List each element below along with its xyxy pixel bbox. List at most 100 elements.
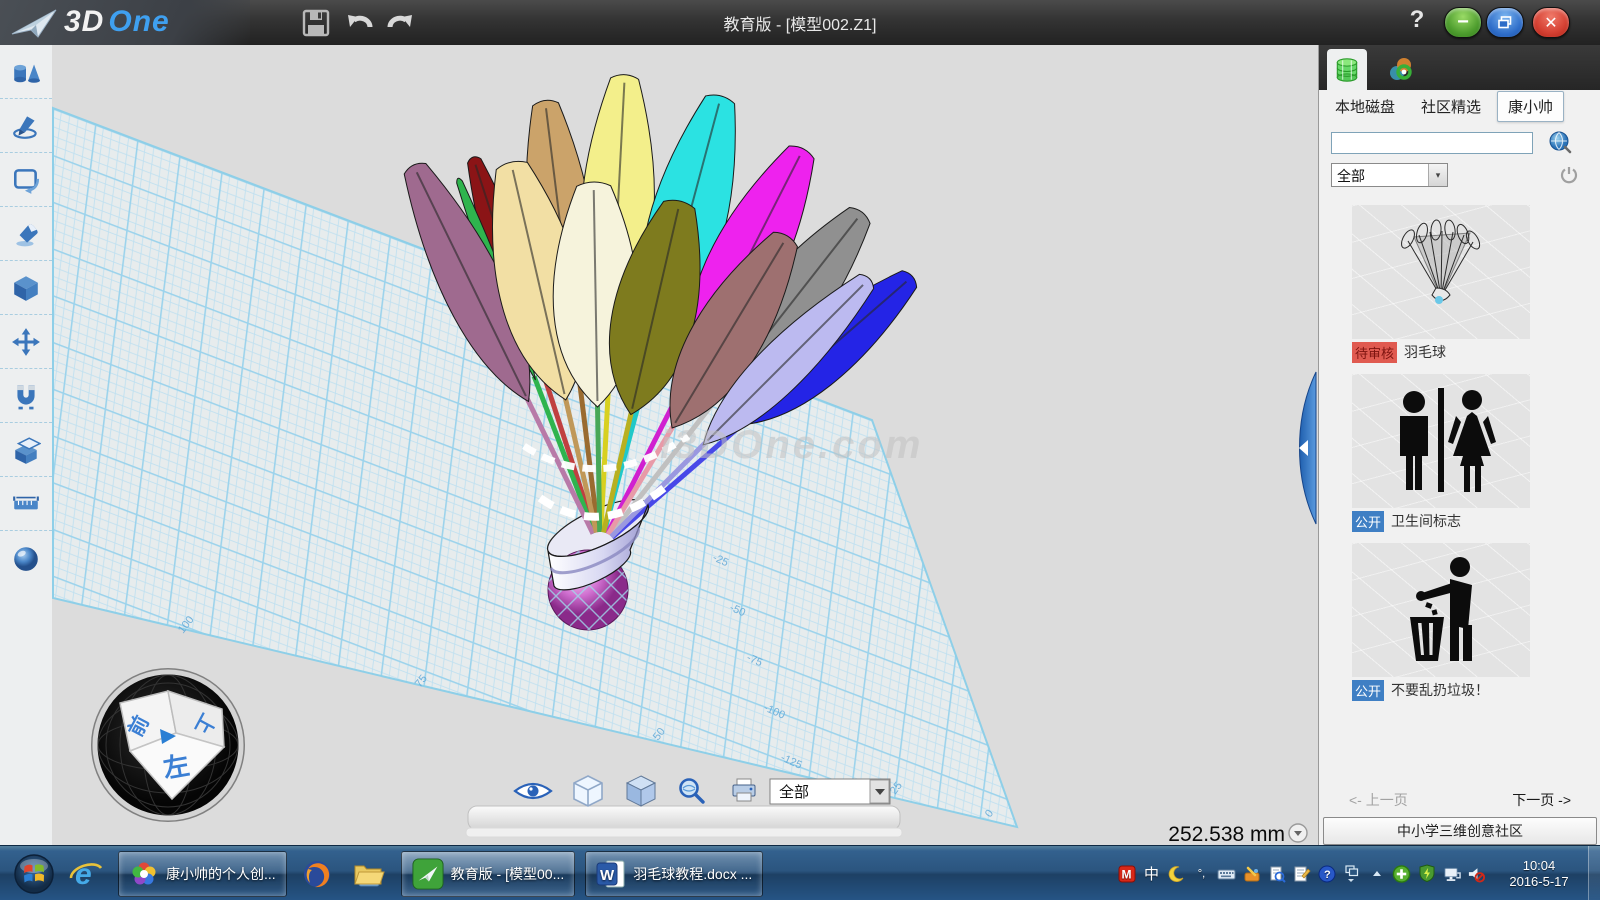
tool-special-shape[interactable] [0,261,52,315]
tool-sketch-curve[interactable] [0,153,52,207]
show-desktop-button[interactable] [1588,846,1600,900]
library-panel: 本地磁盘 社区精选 康小帅 全部 ▾ [1318,45,1600,845]
prev-page-button[interactable]: <- 上一页 [1349,790,1408,810]
tray-security-shield-icon[interactable] [1417,864,1436,883]
tray-antivirus-plus-icon[interactable] [1392,864,1411,883]
tray-restore-windows-icon[interactable] [1342,864,1361,883]
community-swirl-icon [1386,55,1416,85]
close-glyph: ✕ [1544,13,1557,33]
app-logo: 3D One [8,4,170,40]
help-button[interactable]: ? [1402,6,1432,34]
tray-help-icon[interactable]: ? [1317,864,1336,883]
print-icon[interactable] [733,779,755,801]
tool-move-transform[interactable] [0,315,52,369]
close-button[interactable]: ✕ [1532,7,1570,38]
tool-eraser[interactable] [0,207,52,261]
magnet-icon [11,381,41,411]
word-doc-icon: W [596,859,626,889]
ime-cn-glyph: 中 [1144,863,1159,884]
watermark: i3DOne.com [660,423,923,467]
tray-show-hidden-icons-button[interactable] [1367,864,1386,883]
status-badge-public: 公开 [1352,680,1384,701]
tray-sogou-icon[interactable]: M [1117,864,1136,883]
show-hide-eye-icon[interactable] [515,784,551,798]
help-glyph: ? [1324,869,1331,881]
viewport-3d[interactable]: 100 75 50 25 0 -25 -50 -75 -100 -125 [52,45,1318,845]
taskbar-button-label: 康小帅的个人创... [166,864,276,884]
badminton-sketch-image [1352,205,1530,339]
shaded-display-icon[interactable] [627,776,655,806]
community-site-button[interactable]: 中小学三维创意社区 [1323,817,1597,845]
taskbar-button-browser[interactable]: 康小帅的个人创... [118,851,287,897]
taskbar-icon-firefox[interactable] [295,852,339,896]
tab-user[interactable]: 康小帅 [1497,91,1564,122]
restroom-sign-image [1352,374,1530,508]
tray-edit-doc-icon[interactable] [1292,864,1311,883]
tool-material-render[interactable] [0,531,52,584]
pagination: <- 上一页 下一页 -> [1319,790,1600,810]
taskbar-icon-explorer[interactable] [347,852,391,896]
tray-search-doc-icon[interactable] [1267,864,1286,883]
tray-ime-punctuation-icon[interactable]: °, [1192,864,1211,883]
category-filter-value: 全部 [1332,164,1428,186]
primitive-solids-icon [11,57,41,87]
eraser-icon [11,219,41,249]
tool-sketch-draw[interactable] [0,99,52,153]
application-window: 3D One 教育版 - [模型002.Z1] ? − [0,0,1600,900]
curve-rect-icon [11,165,41,195]
refresh-power-icon[interactable] [1559,165,1579,185]
display-filter-combobox[interactable]: 全部 [770,779,890,804]
community-library-tab[interactable] [1381,49,1421,90]
taskbar: e 康小帅的个人创... [0,845,1600,900]
taskbar-clock[interactable]: 10:04 2016-5-17 [1496,858,1582,890]
minimize-button[interactable]: − [1444,7,1482,38]
word-glyph: W [600,867,615,884]
navigation-ball[interactable]: 前 上 左 [92,669,244,821]
ruler-icon [11,489,41,519]
window-title: 教育版 - [模型002.Z1] [450,0,1150,45]
tool-primitive-solids[interactable] [0,45,52,99]
tray-ime-moon-icon[interactable] [1167,864,1186,883]
nav-cube-left-label: 左 [161,750,192,784]
taskbar-icon-ie[interactable]: e [64,852,108,896]
logo-text-one: One [108,5,169,39]
tray-network-icon[interactable] [1442,864,1461,883]
panel-mode-strip [1319,45,1600,90]
category-filter-dropdown-button[interactable]: ▾ [1428,164,1447,186]
tray-volume-muted-icon[interactable] [1467,864,1486,883]
category-filter-combobox[interactable]: 全部 ▾ [1331,163,1448,187]
model-thumbnail-restroom[interactable] [1352,374,1530,508]
save-icon[interactable] [300,7,332,39]
tool-assembly[interactable] [0,423,52,477]
model-thumbnail-badminton[interactable] [1352,205,1530,339]
taskbar-button-label: 教育版 - [模型00... [451,864,565,884]
search-input[interactable] [1331,132,1533,154]
restore-button[interactable] [1486,7,1524,38]
tool-measure[interactable] [0,477,52,531]
tab-community-featured[interactable]: 社区精选 [1411,92,1491,121]
clock-date: 2016-5-17 [1496,874,1582,890]
taskbar-button-3done[interactable]: 教育版 - [模型00... [401,851,576,897]
panel-tabs: 本地磁盘 社区精选 康小帅 [1319,90,1600,122]
search-globe-button[interactable] [1547,130,1573,156]
zoom-search-icon[interactable] [681,780,704,803]
tray-ime-keyboard-icon[interactable] [1217,864,1236,883]
undo-icon[interactable] [344,7,376,39]
tray-sogou-toolbox-icon[interactable] [1242,864,1261,883]
tool-magnet-constraint[interactable] [0,369,52,423]
tray-ime-language-icon[interactable]: 中 [1142,864,1161,883]
start-button[interactable] [12,852,56,896]
wireframe-display-icon[interactable] [574,776,602,806]
view-toolbar: 全部 [466,776,902,837]
title-bar: 3D One 教育版 - [模型002.Z1] ? − [0,0,1600,46]
database-icon [1333,56,1361,84]
panel-collapse-handle[interactable] [1299,372,1316,524]
tab-local-disk[interactable]: 本地磁盘 [1325,92,1405,121]
filter-row: 全部 ▾ [1331,163,1589,187]
taskbar-button-word[interactable]: W 羽毛球教程.docx ... [585,851,763,897]
redo-icon[interactable] [384,7,416,39]
local-library-tab[interactable] [1327,49,1367,90]
model-thumbnail-litter[interactable] [1352,543,1530,677]
firefox-icon [300,857,334,891]
next-page-button[interactable]: 下一页 -> [1512,790,1571,810]
